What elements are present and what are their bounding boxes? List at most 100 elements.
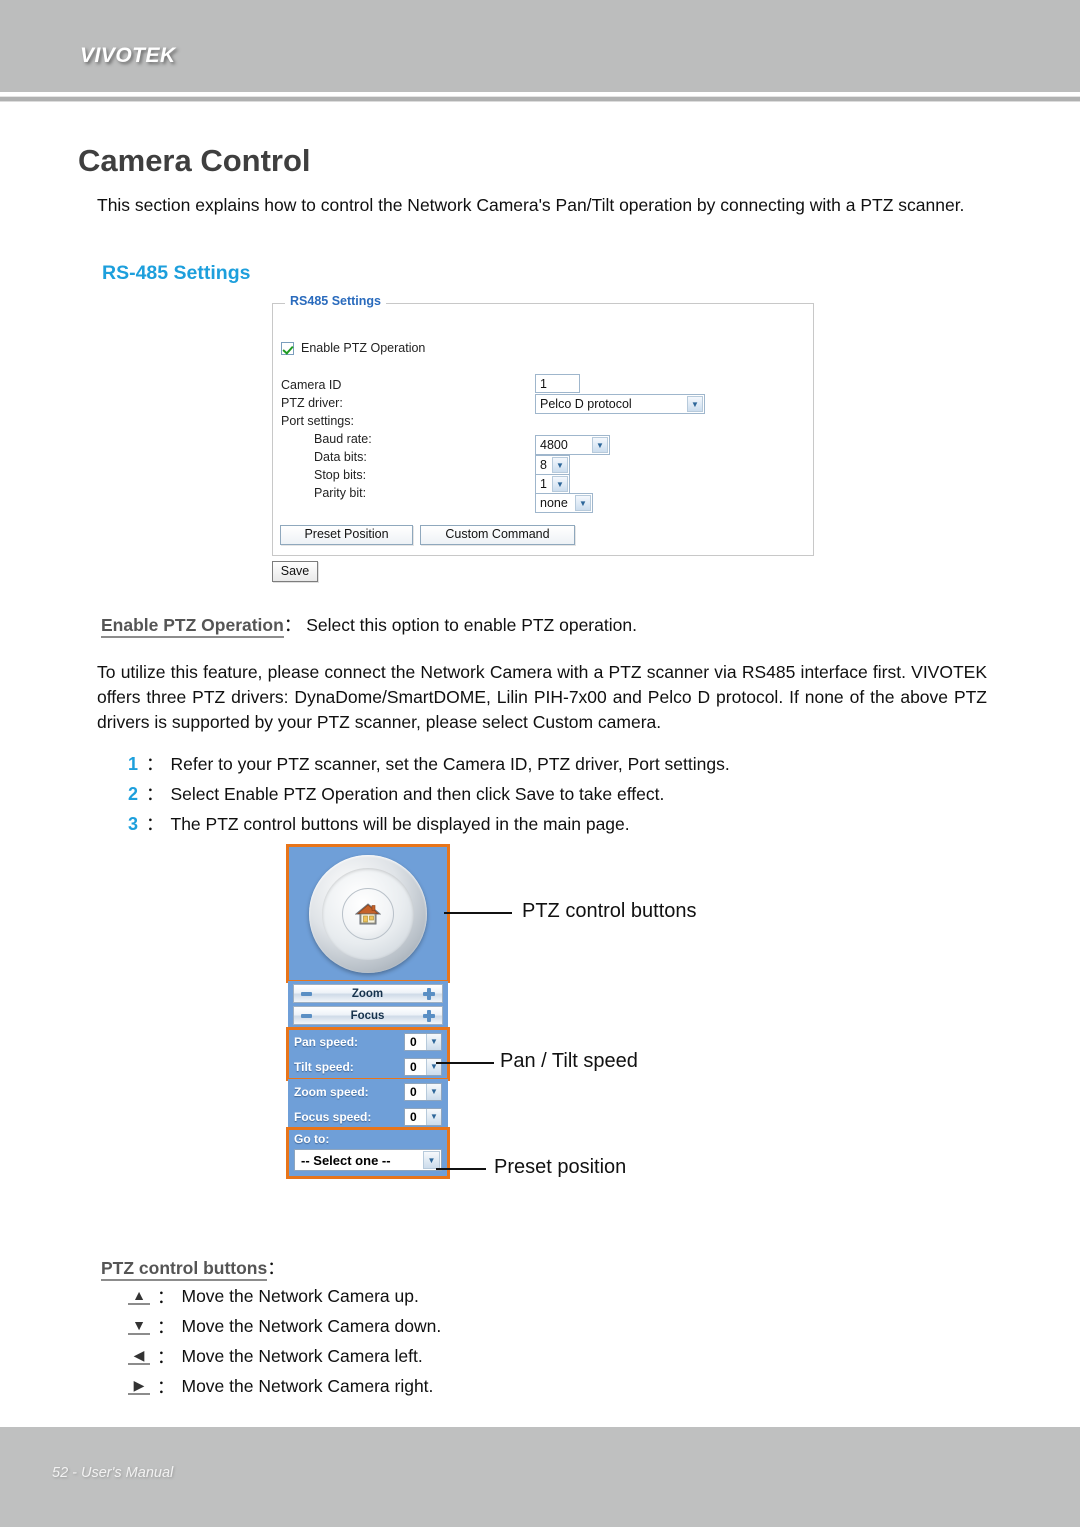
data-bits-select[interactable]: 8 ▼ <box>535 455 570 475</box>
parity-bit-label: Parity bit: <box>314 486 367 500</box>
bottom-list-term: PTZ control buttons <box>101 1258 268 1281</box>
footer-page-label: 52 - User's Manual <box>52 1465 174 1481</box>
parity-bit-field-wrap: none ▼ <box>535 493 593 513</box>
baud-rate-field-wrap: 4800 ▼ <box>535 435 610 455</box>
preset-position-button[interactable]: Preset Position <box>280 525 413 545</box>
tilt-speed-value: 0 <box>410 1059 417 1074</box>
row-text: Move the Network Camera up. <box>181 1285 419 1306</box>
baud-rate-select[interactable]: 4800 ▼ <box>535 435 610 455</box>
chevron-down-icon[interactable]: ▼ <box>426 1058 441 1075</box>
home-button[interactable] <box>342 887 394 940</box>
stop-bits-select[interactable]: 1 ▼ <box>535 474 570 494</box>
pan-speed-select[interactable]: 0 ▼ <box>404 1032 442 1051</box>
parity-bit-selected-value: none <box>540 496 568 510</box>
chevron-down-icon[interactable]: ▼ <box>423 1151 440 1169</box>
zoom-speed-label: Zoom speed: <box>294 1084 369 1099</box>
goto-label: Go to: <box>294 1132 330 1146</box>
body-paragraph: To utilize this feature, please connect … <box>97 661 987 732</box>
tilt-speed-select[interactable]: 0 ▼ <box>404 1057 442 1076</box>
data-bits-field-wrap: 8 ▼ <box>535 455 570 475</box>
zoom-bar[interactable]: Zoom <box>293 984 443 1003</box>
goto-selected-value: -- Select one -- <box>301 1152 391 1168</box>
row-separator: ： <box>157 1346 175 1367</box>
row-separator: ： <box>157 1316 175 1337</box>
page-title: Camera Control <box>78 142 311 178</box>
ptz-dpad-panel <box>286 844 450 983</box>
ptz-driver-field-wrap: Pelco D protocol ▼ <box>535 394 705 414</box>
preset-position-panel: Go to: -- Select one -- ▼ <box>286 1127 450 1179</box>
stop-bits-selected-value: 1 <box>540 477 547 491</box>
row-text: Move the Network Camera left. <box>181 1345 423 1366</box>
stop-bits-field-wrap: 1 ▼ <box>535 474 570 494</box>
callout-preset-position: Preset position <box>494 1156 627 1178</box>
focus-bar[interactable]: Focus <box>293 1006 443 1025</box>
chevron-down-icon[interactable]: ▼ <box>687 396 703 412</box>
focus-speed-select[interactable]: 0 ▼ <box>404 1107 442 1126</box>
chevron-down-icon[interactable]: ▼ <box>426 1083 441 1100</box>
enable-ptz-checkbox-row[interactable]: Enable PTZ Operation <box>281 341 425 355</box>
zoom-in-icon[interactable] <box>423 987 435 1000</box>
row-text: Move the Network Camera down. <box>181 1315 442 1336</box>
pan-speed-label: Pan speed: <box>294 1034 359 1049</box>
chevron-down-icon[interactable]: ▼ <box>552 476 568 492</box>
definition-term: Enable PTZ Operation <box>101 615 284 638</box>
list-item: ▼ ： Move the Network Camera down. <box>128 1311 441 1341</box>
list-item: ◀ ： Move the Network Camera left. <box>128 1341 441 1371</box>
ptz-dpad[interactable] <box>309 854 427 973</box>
zoom-out-icon[interactable] <box>301 991 312 996</box>
ptz-control-widget: Zoom Focus Pan speed: 0 ▼ Tilt speed: 0 <box>286 844 450 1179</box>
ptz-driver-label: PTZ driver: <box>281 396 343 410</box>
chevron-down-icon[interactable]: ▼ <box>426 1033 441 1050</box>
step-text: Refer to your PTZ scanner, set the Camer… <box>170 754 730 774</box>
camera-id-input[interactable]: 1 <box>535 374 580 393</box>
left-arrow-icon: ◀ <box>128 1347 150 1365</box>
focus-near-icon[interactable] <box>301 1013 312 1018</box>
callout-ptz-control-buttons: PTZ control buttons <box>522 900 697 922</box>
enable-ptz-definition: Enable PTZ Operation： Select this option… <box>101 612 637 638</box>
chevron-down-icon[interactable]: ▼ <box>592 437 608 453</box>
lens-controls-panel: Zoom Focus <box>288 981 448 1029</box>
port-settings-label: Port settings: <box>281 414 354 428</box>
custom-command-button[interactable]: Custom Command <box>420 525 575 545</box>
zoom-speed-value: 0 <box>410 1084 417 1099</box>
camera-id-field-wrap: 1 <box>535 374 580 393</box>
step-item: 1 ： Refer to your PTZ scanner, set the C… <box>128 751 730 781</box>
bottom-list-separator: ： <box>267 1258 285 1278</box>
ptz-driver-select[interactable]: Pelco D protocol ▼ <box>535 394 705 414</box>
step-separator: ： <box>146 814 164 834</box>
step-item: 3 ： The PTZ control buttons will be disp… <box>128 811 730 841</box>
step-number: 2 <box>128 784 139 804</box>
enable-ptz-checkbox[interactable] <box>281 341 294 355</box>
parity-bit-select[interactable]: none ▼ <box>535 493 593 513</box>
pan-tilt-speed-panel: Pan speed: 0 ▼ Tilt speed: 0 ▼ <box>286 1027 450 1081</box>
data-bits-label: Data bits: <box>314 450 367 464</box>
step-number: 1 <box>128 754 139 774</box>
focus-label: Focus <box>350 1009 385 1022</box>
ptz-driver-selected-value: Pelco D protocol <box>540 397 632 411</box>
camera-id-label: Camera ID <box>281 378 342 392</box>
chevron-down-icon[interactable]: ▼ <box>552 457 568 473</box>
goto-preset-select[interactable]: -- Select one -- ▼ <box>294 1149 442 1171</box>
ptz-buttons-list: ▲ ： Move the Network Camera up. ▼ ： Move… <box>128 1281 441 1401</box>
row-separator: ： <box>157 1376 175 1397</box>
save-button[interactable]: Save <box>272 561 318 582</box>
dialog-field-labels: Camera ID PTZ driver: Port settings: Bau… <box>281 376 372 502</box>
pan-speed-row: Pan speed: 0 ▼ <box>288 1029 448 1054</box>
header-divider-rule <box>0 96 1080 102</box>
enable-ptz-checkbox-label: Enable PTZ Operation <box>301 341 426 355</box>
callout-leader-line <box>436 1062 494 1064</box>
section-heading-rs485: RS-485 Settings <box>102 262 251 285</box>
list-item: ▶ ： Move the Network Camera right. <box>128 1371 441 1401</box>
focus-far-icon[interactable] <box>423 1009 435 1022</box>
zoom-speed-select[interactable]: 0 ▼ <box>404 1082 442 1101</box>
zoom-speed-row: Zoom speed: 0 ▼ <box>288 1079 448 1104</box>
chevron-down-icon[interactable]: ▼ <box>575 495 591 511</box>
focus-speed-label: Focus speed: <box>294 1109 372 1124</box>
tilt-speed-label: Tilt speed: <box>294 1059 354 1074</box>
stop-bits-label: Stop bits: <box>314 468 367 482</box>
page-footer-band: 52 - User's Manual <box>0 1427 1080 1527</box>
baud-rate-selected-value: 4800 <box>540 438 568 452</box>
step-separator: ： <box>146 754 164 774</box>
step-text: Select Enable PTZ Operation and then cli… <box>170 784 665 804</box>
chevron-down-icon[interactable]: ▼ <box>426 1108 441 1125</box>
